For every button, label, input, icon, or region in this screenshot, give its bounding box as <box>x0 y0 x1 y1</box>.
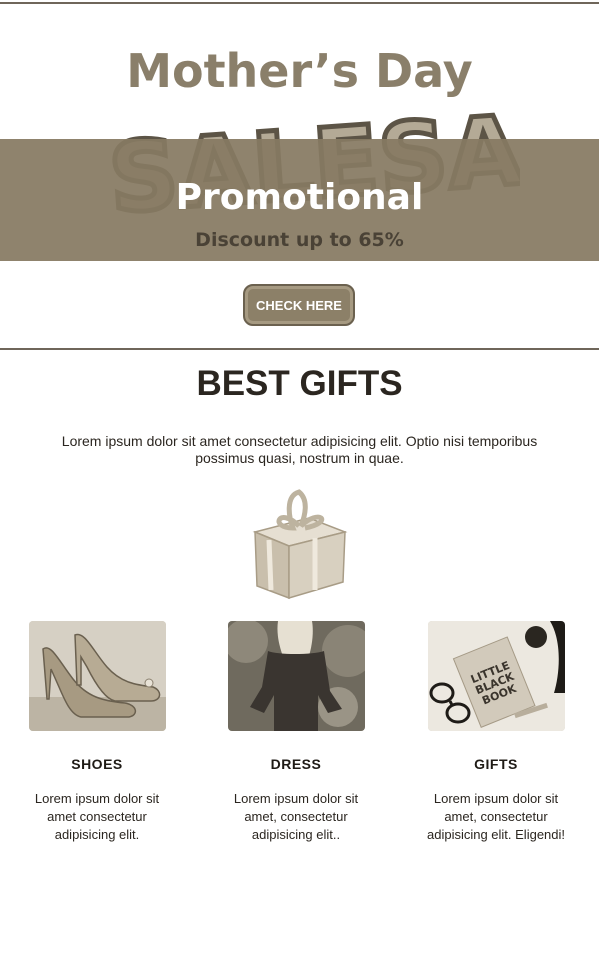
product-name: GIFTS <box>474 756 518 772</box>
promotional-label: Promotional <box>175 177 424 218</box>
product-name: DRESS <box>270 756 322 772</box>
product-card-gifts[interactable]: LITTLE BLACK BOOK GIFTS Lorem ipsum dolo… <box>418 621 574 844</box>
product-card-shoes[interactable]: SHOES Lorem ipsum dolor sit amet consect… <box>19 621 175 844</box>
intro-text: Lorem ipsum dolor sit amet consectetur a… <box>61 433 538 466</box>
product-description: Lorem ipsum dolor sit amet consectetur a… <box>34 791 160 842</box>
shoes-image[interactable] <box>28 621 166 731</box>
section-divider <box>0 348 599 350</box>
product-card-dress[interactable]: DRESS Lorem ipsum dolor sit amet, consec… <box>218 621 374 844</box>
product-description: Lorem ipsum dolor sit amet, consectetur … <box>233 791 359 842</box>
gifts-image[interactable]: LITTLE BLACK BOOK <box>427 621 565 731</box>
product-name: SHOES <box>71 756 123 772</box>
discount-text: Discount up to 65% <box>195 229 404 251</box>
section-title: BEST GIFTS <box>196 364 403 403</box>
check-here-button[interactable]: CHECK HERE <box>243 284 355 326</box>
gift-box-icon <box>252 489 348 600</box>
dress-image[interactable] <box>227 621 365 731</box>
product-description: Lorem ipsum dolor sit amet, consectetur … <box>426 791 566 842</box>
